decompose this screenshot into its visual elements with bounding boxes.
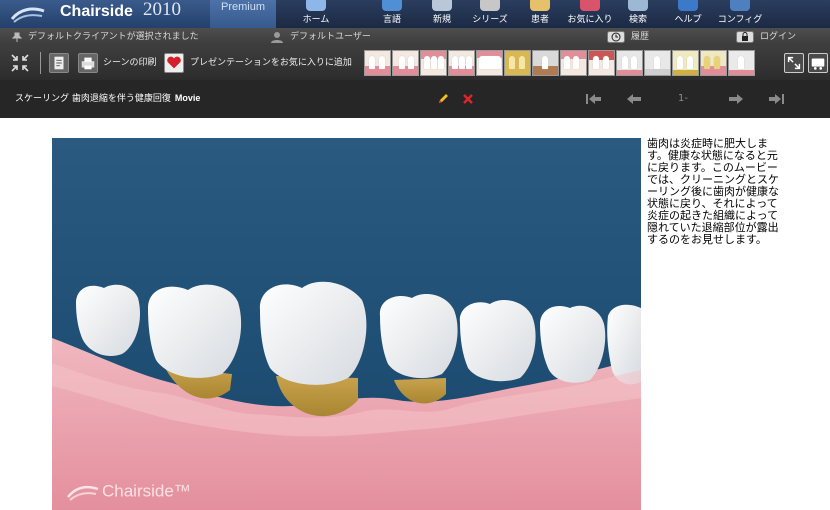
home-icon xyxy=(306,0,326,11)
nav-patient-label: 患者 xyxy=(530,15,549,25)
nav-help-label: ヘルプ xyxy=(674,15,702,25)
scene-thumbnail[interactable] xyxy=(364,50,391,76)
scene-thumbnail[interactable] xyxy=(728,50,755,76)
tooth xyxy=(459,300,536,382)
scene-thumbnail[interactable] xyxy=(532,50,559,76)
nav-series[interactable]: シリーズ xyxy=(466,0,514,28)
search-icon xyxy=(628,0,648,11)
user-status: デフォルトユーザー xyxy=(270,28,371,46)
next-page-icon[interactable] xyxy=(727,92,745,106)
brand-year: 2010 xyxy=(143,0,181,20)
premium-badge: Premium xyxy=(210,0,276,28)
scene-thumbnail[interactable] xyxy=(392,50,419,76)
top-navigation-bar: Chairside 2010 Premium ホーム 言語 新規 シリーズ 患者… xyxy=(0,0,830,28)
heart-favorite-icon[interactable] xyxy=(164,53,184,73)
brand-name: Chairside xyxy=(60,3,133,20)
print-icon[interactable] xyxy=(78,53,98,73)
chairside-watermark: Chairside™ xyxy=(66,481,191,503)
expand-icon[interactable] xyxy=(784,53,804,73)
scene-thumbnail[interactable] xyxy=(700,50,727,76)
chairside-logo-icon xyxy=(10,7,45,23)
pin-icon xyxy=(12,32,22,42)
exposed-root xyxy=(394,378,446,404)
premium-label: Premium xyxy=(220,1,265,13)
gear-icon xyxy=(730,0,750,11)
document-icon[interactable] xyxy=(49,53,69,73)
history-button[interactable]: 履歴 xyxy=(607,28,649,46)
scene-thumbnail[interactable] xyxy=(476,50,503,76)
nav-search-label: 検索 xyxy=(628,15,647,25)
movie-title: スケーリング 歯肉退縮を伴う健康回復 Movie xyxy=(15,80,200,118)
nav-patient[interactable]: 患者 xyxy=(516,0,564,28)
nav-config[interactable]: コンフィグ xyxy=(716,0,764,28)
user-status-text: デフォルトユーザー xyxy=(290,32,371,42)
print-scene-button[interactable]: シーンの印刷 xyxy=(103,46,157,80)
brand-area: Chairside 2010 xyxy=(0,0,210,28)
scene-thumbnail[interactable] xyxy=(560,50,587,76)
scene-thumbnail[interactable] xyxy=(504,50,531,76)
nav-series-label: シリーズ xyxy=(472,15,508,25)
history-label: 履歴 xyxy=(631,32,650,42)
nav-favorites-label: お気に入り xyxy=(567,15,613,25)
nav-config-label: コンフィグ xyxy=(717,15,763,25)
nav-new[interactable]: 新規 xyxy=(418,0,466,28)
toolbar-divider xyxy=(40,52,41,74)
scene-thumbnail[interactable] xyxy=(672,50,699,76)
login-button[interactable]: ログイン xyxy=(736,28,796,46)
new-icon xyxy=(432,0,452,11)
scene-thumbnail[interactable] xyxy=(616,50,643,76)
tooth xyxy=(259,281,367,385)
scene-thumbnail[interactable] xyxy=(588,50,615,76)
movie-title-bar: スケーリング 歯肉退縮を伴う健康回復Movie 1-1 xyxy=(0,80,830,142)
movie-description: 歯肉は炎症時に肥大します。健康な状態になると元に戻ります。このムービーでは、クリ… xyxy=(647,137,779,246)
client-status: デフォルトクライアントが選択されました xyxy=(12,28,199,46)
movie-title-text: スケーリング 歯肉退縮を伴う健康回復 xyxy=(15,94,171,104)
patient-icon xyxy=(530,0,550,11)
delete-icon[interactable] xyxy=(462,93,474,105)
heart-icon xyxy=(580,0,600,11)
add-presentation-favorite-button[interactable]: プレゼンテーションをお気に入りに追加 xyxy=(190,46,352,80)
nav-favorites[interactable]: お気に入り xyxy=(566,0,614,28)
nav-new-label: 新規 xyxy=(432,15,451,25)
scene-thumbnail[interactable] xyxy=(420,50,447,76)
chairside-watermark-icon xyxy=(67,485,99,501)
movie-player[interactable]: Chairside™ xyxy=(52,138,641,510)
chairside-watermark-text: Chairside™ xyxy=(102,481,191,501)
nav-home[interactable]: ホーム xyxy=(292,0,340,28)
status-bar: デフォルトクライアントが選択されました デフォルトユーザー 履歴 ログイン xyxy=(0,28,830,46)
film-icon xyxy=(480,0,500,11)
nav-help[interactable]: ヘルプ xyxy=(664,0,712,28)
tooth xyxy=(76,284,141,357)
teeth-animation-frame xyxy=(52,281,641,510)
tooth xyxy=(540,305,606,383)
tooth xyxy=(379,294,458,379)
nav-language-label: 言語 xyxy=(382,15,401,25)
login-label: ログイン xyxy=(760,32,797,42)
media-type-label: Movie xyxy=(174,93,201,103)
globe-icon xyxy=(382,0,402,11)
nav-search[interactable]: 検索 xyxy=(614,0,662,28)
presentation-icon[interactable] xyxy=(808,53,828,73)
pencil-icon[interactable] xyxy=(437,93,449,105)
user-icon xyxy=(271,31,283,43)
first-page-icon[interactable] xyxy=(585,92,603,106)
help-icon xyxy=(678,0,698,11)
collapse-icon[interactable] xyxy=(10,53,30,73)
clock-icon xyxy=(607,30,625,43)
tooth xyxy=(148,284,242,378)
app-window: Chairside 2010 Premium ホーム 言語 新規 シリーズ 患者… xyxy=(0,0,830,510)
nav-home-label: ホーム xyxy=(302,15,330,25)
content-area: Chairside™ 歯肉は炎症時に肥大します。健康な状態になると元に戻ります。… xyxy=(0,118,830,510)
scene-thumbnail[interactable] xyxy=(644,50,671,76)
nav-language[interactable]: 言語 xyxy=(368,0,416,28)
scene-toolbar: シーンの印刷 プレゼンテーションをお気に入りに追加 xyxy=(0,46,830,80)
client-status-text: デフォルトクライアントが選択されました xyxy=(28,32,199,42)
scene-thumbnail[interactable] xyxy=(448,50,475,76)
lock-icon xyxy=(736,30,754,43)
previous-page-icon[interactable] xyxy=(625,92,643,106)
last-page-icon[interactable] xyxy=(767,92,785,106)
